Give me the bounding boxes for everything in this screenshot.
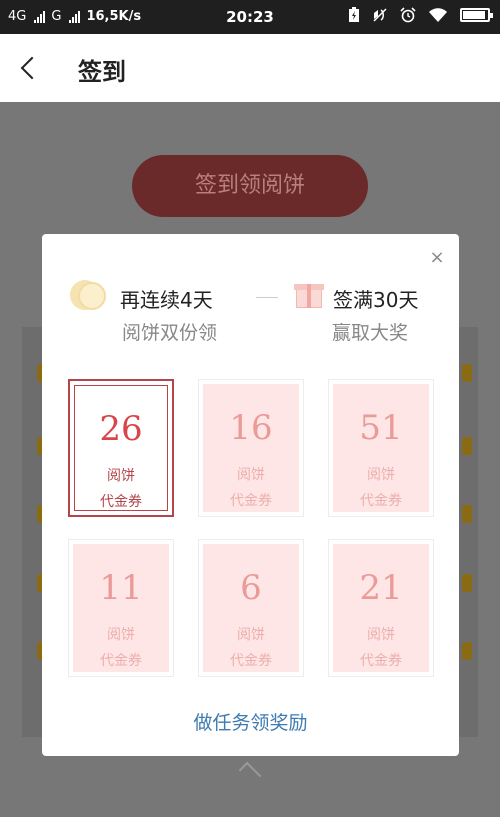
alarm-icon bbox=[400, 7, 416, 23]
coupon-type: 代金券 bbox=[100, 653, 142, 669]
close-button[interactable]: × bbox=[427, 248, 447, 268]
expand-chevron-icon[interactable] bbox=[238, 761, 262, 785]
reward-row: 再连续4天 阅饼双份领 签满30天 赢取大奖 bbox=[70, 278, 432, 348]
coupon-card[interactable]: 51 阅饼 代金券 bbox=[328, 379, 434, 517]
coupon-card[interactable]: 11 阅饼 代金券 bbox=[68, 539, 174, 677]
page-title: 签到 bbox=[78, 58, 126, 86]
coupon-name: 阅饼 bbox=[367, 627, 395, 643]
gift-icon bbox=[294, 280, 324, 308]
streak-subtitle: 阅饼双份领 bbox=[122, 322, 218, 344]
coupon-name: 阅饼 bbox=[107, 627, 135, 643]
coupon-type: 代金券 bbox=[230, 653, 272, 669]
coupon-type: 代金券 bbox=[360, 653, 402, 669]
back-icon[interactable] bbox=[16, 54, 44, 82]
coupon-amount: 6 bbox=[240, 568, 262, 608]
coupon-amount: 11 bbox=[99, 568, 143, 608]
coupon-card[interactable]: 6 阅饼 代金券 bbox=[198, 539, 304, 677]
wifi-icon bbox=[429, 8, 447, 22]
coupon-amount: 21 bbox=[359, 568, 403, 608]
coupon-type: 代金券 bbox=[360, 493, 402, 509]
full-month-subtitle: 赢取大奖 bbox=[332, 322, 409, 344]
battery-saver-icon bbox=[349, 7, 359, 22]
calendar-chip bbox=[462, 505, 472, 523]
battery-icon bbox=[460, 8, 493, 22]
sign-in-modal: × 再连续4天 阅饼双份领 签满30天 赢取大奖 26 阅饼 代金券 16 阅饼… bbox=[42, 234, 459, 756]
coupon-name: 阅饼 bbox=[367, 467, 395, 483]
coupon-card[interactable]: 16 阅饼 代金券 bbox=[198, 379, 304, 517]
coin-icon bbox=[70, 280, 108, 312]
coupon-type: 代金券 bbox=[230, 493, 272, 509]
coupon-name: 阅饼 bbox=[237, 627, 265, 643]
divider bbox=[256, 297, 278, 298]
coupon-grid: 26 阅饼 代金券 16 阅饼 代金券 51 阅饼 代金券 11 阅饼 代金券 … bbox=[68, 379, 434, 679]
streak-label: 再连续4天 bbox=[120, 288, 213, 312]
status-right bbox=[348, 7, 493, 23]
calendar-chip bbox=[462, 574, 472, 592]
status-bar: 4G G 16,5K/s 20:23 bbox=[0, 0, 500, 34]
coupon-card-selected[interactable]: 26 阅饼 代金券 bbox=[68, 379, 174, 517]
full-month-label: 签满30天 bbox=[333, 288, 419, 312]
coupon-name: 阅饼 bbox=[237, 467, 265, 483]
calendar-chip bbox=[462, 437, 472, 455]
task-reward-link[interactable]: 做任务领奖励 bbox=[42, 708, 459, 735]
header: 签到 bbox=[0, 34, 500, 102]
coupon-amount: 16 bbox=[229, 408, 273, 448]
coupon-amount: 51 bbox=[359, 408, 403, 448]
calendar-chip bbox=[462, 364, 472, 382]
coupon-name: 阅饼 bbox=[107, 468, 135, 484]
mute-icon bbox=[373, 8, 387, 22]
coupon-amount: 26 bbox=[99, 409, 143, 449]
coupon-type: 代金券 bbox=[100, 494, 142, 510]
calendar-chip bbox=[462, 642, 472, 660]
sign-in-button[interactable]: 签到领阅饼 bbox=[132, 155, 368, 217]
coupon-card[interactable]: 21 阅饼 代金券 bbox=[328, 539, 434, 677]
